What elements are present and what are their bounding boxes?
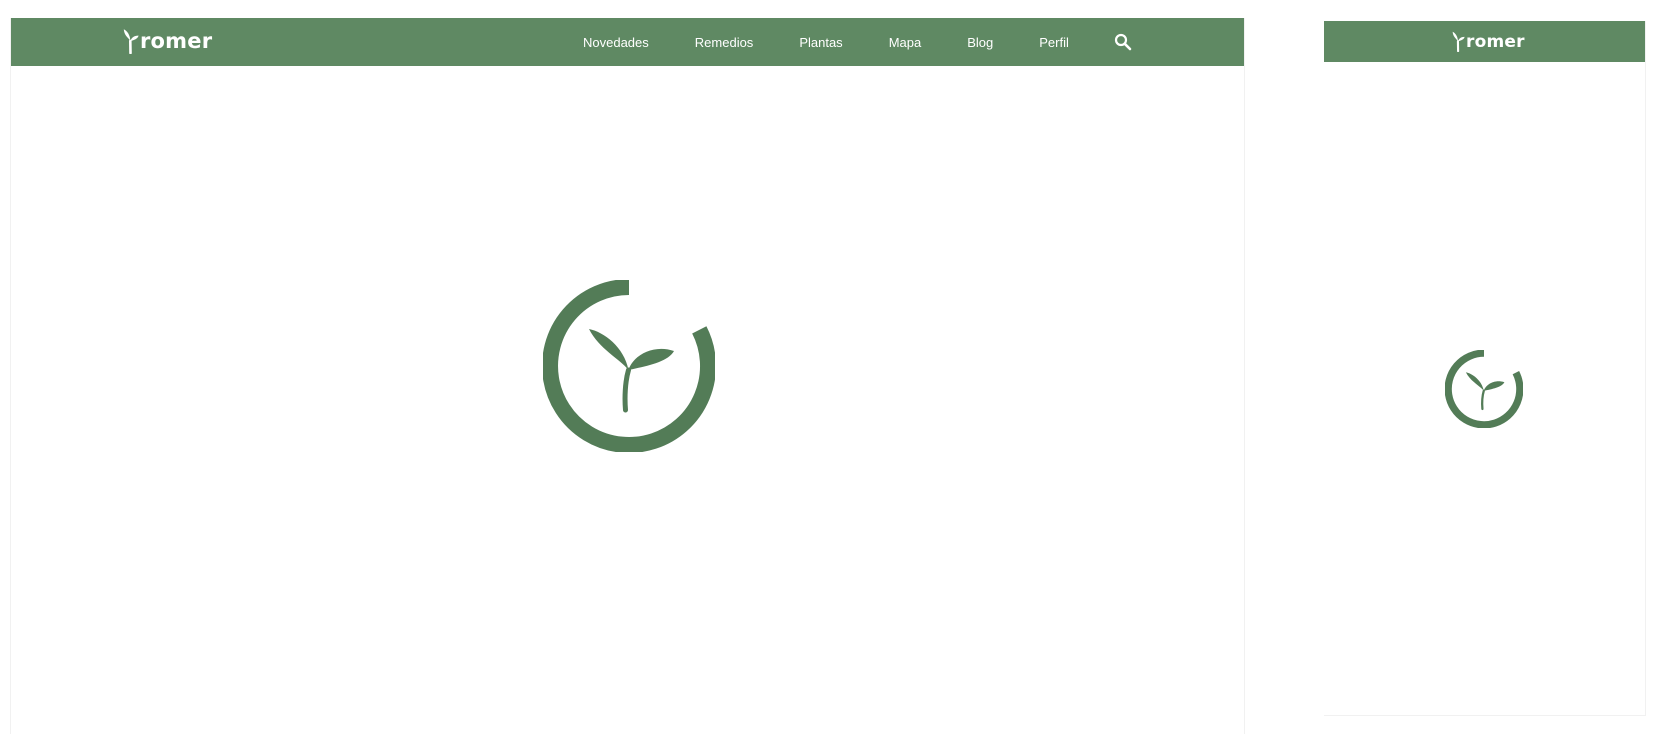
desktop-preview: romer Novedades Remedios Plantas Mapa Bl… [10,18,1245,734]
mobile-loading-spinner [1445,350,1523,428]
nav-item-blog[interactable]: Blog [967,35,993,50]
sprout-spinner-icon [1445,350,1523,428]
brand-logo-link[interactable]: romer [123,24,212,54]
mobile-preview: romer [1324,21,1646,716]
nav-item-perfil[interactable]: Perfil [1039,35,1069,50]
nav-item-novedades[interactable]: Novedades [583,35,649,50]
sprout-spinner-icon [543,280,715,452]
sprout-icon [123,29,139,54]
nav-item-mapa[interactable]: Mapa [889,35,922,50]
nav-item-remedios[interactable]: Remedios [695,35,754,50]
brand-name: romer [140,29,213,53]
mobile-brand-logo-link[interactable]: romer [1452,27,1525,52]
mobile-navbar: romer [1324,21,1645,62]
loading-spinner [543,280,715,452]
search-button[interactable] [1113,32,1133,52]
mobile-brand-name: romer [1466,32,1525,52]
sprout-icon [1452,31,1465,52]
nav-item-plantas[interactable]: Plantas [799,35,842,50]
navbar: romer Novedades Remedios Plantas Mapa Bl… [11,18,1244,66]
search-icon [1114,33,1132,51]
main-nav: Novedades Remedios Plantas Mapa Blog Per… [583,18,1133,66]
